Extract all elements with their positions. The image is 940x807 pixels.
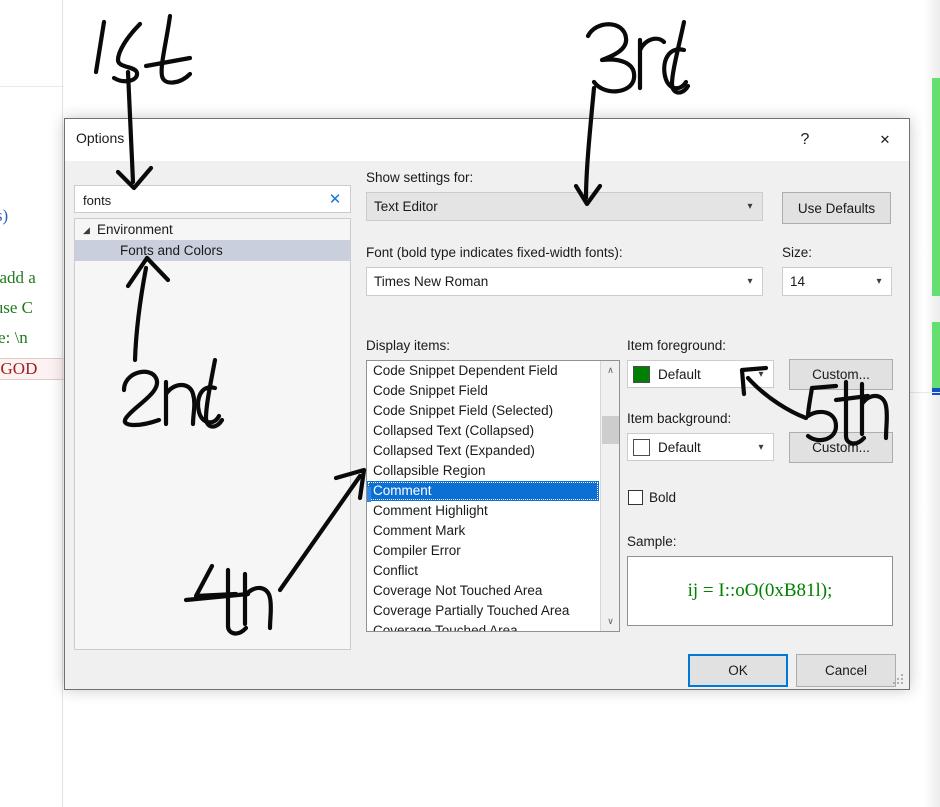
options-category-tree[interactable]: ◢ Environment Fonts and Colors <box>74 218 351 650</box>
change-marker-green <box>932 78 940 296</box>
scroll-down-icon[interactable]: ∨ <box>601 612 619 631</box>
show-settings-for-label: Show settings for: <box>366 170 474 185</box>
bold-label: Bold <box>649 490 677 505</box>
list-item[interactable]: Code Snippet Field <box>367 381 600 401</box>
use-defaults-label: Use Defaults <box>797 200 876 216</box>
bold-checkbox[interactable] <box>628 490 643 505</box>
change-marker-green <box>932 322 940 394</box>
background-custom-label: Custom... <box>812 440 870 455</box>
cancel-button[interactable]: Cancel <box>796 654 896 687</box>
font-label: Font (bold type indicates fixed-width fo… <box>366 245 623 260</box>
list-item[interactable]: Collapsible Region <box>367 461 600 481</box>
list-item[interactable]: Collapsed Text (Collapsed) <box>367 421 600 441</box>
tree-node-label: Environment <box>97 222 173 237</box>
editor-line: o use C <box>0 298 33 317</box>
item-foreground-label: Item foreground: <box>627 338 727 353</box>
editor-line-selected: K GOD <box>0 358 68 380</box>
listbox-scrollbar[interactable]: ∧ ∨ <box>600 361 619 631</box>
tree-node-fonts-and-colors[interactable]: Fonts and Colors <box>75 240 350 261</box>
foreground-custom-button[interactable]: Custom... <box>789 359 893 390</box>
dialog-title: Options <box>76 130 125 146</box>
show-settings-for-value: Text Editor <box>374 199 438 214</box>
ok-button[interactable]: OK <box>688 654 788 687</box>
list-item[interactable]: Collapsed Text (Expanded) <box>367 441 600 461</box>
editor-scroll-margin[interactable] <box>924 0 940 807</box>
size-value: 14 <box>790 274 806 289</box>
item-background-label: Item background: <box>627 411 732 426</box>
list-item[interactable]: Comment Mark <box>367 521 600 541</box>
editor-line: nce: \n <box>0 328 28 347</box>
item-foreground-dropdown[interactable]: Default ▾ <box>627 360 774 388</box>
search-options-box[interactable]: ✕ <box>74 185 351 214</box>
dialog-body: ✕ ◢Environment Fonts and Colors Show set… <box>65 161 909 689</box>
size-dropdown[interactable]: 14 ▾ <box>782 267 892 296</box>
chevron-down-icon[interactable]: ▾ <box>738 276 762 287</box>
sample-text: ij = I::oO(0xB81l); <box>687 580 833 601</box>
display-items-label: Display items: <box>366 338 451 353</box>
help-button[interactable]: ? <box>782 119 828 160</box>
cancel-label: Cancel <box>824 663 868 678</box>
options-dialog: Options ? ✕ ✕ ◢Environment Fonts and Col… <box>64 118 910 690</box>
foreground-custom-label: Custom... <box>812 367 870 382</box>
resize-grip[interactable] <box>893 674 905 686</box>
scrollbar-thumb[interactable] <box>602 416 619 444</box>
item-foreground-value: Default <box>658 366 701 382</box>
font-dropdown[interactable]: Times New Roman ▾ <box>366 267 763 296</box>
use-defaults-button[interactable]: Use Defaults <box>782 192 891 224</box>
dialog-titlebar: Options ? ✕ <box>65 119 909 161</box>
clear-search-icon[interactable]: ✕ <box>325 189 345 209</box>
tree-node-environment[interactable]: ◢ Environment <box>75 219 350 240</box>
list-item[interactable]: Coverage Partially Touched Area <box>367 601 600 621</box>
list-item[interactable]: Compiler Error <box>367 541 600 561</box>
foreground-color-swatch <box>633 365 650 383</box>
list-item[interactable]: Code Snippet Field (Selected) <box>367 401 600 421</box>
list-item[interactable]: Conflict <box>367 561 600 581</box>
search-input[interactable] <box>81 186 315 214</box>
expander-icon[interactable]: ◢ <box>83 220 97 241</box>
font-value: Times New Roman <box>374 274 489 289</box>
list-item[interactable]: Coverage Touched Area <box>367 621 600 631</box>
chevron-down-icon[interactable]: ▾ <box>749 442 773 453</box>
chevron-down-icon[interactable]: ▾ <box>749 369 773 380</box>
scroll-up-icon[interactable]: ∧ <box>601 361 619 380</box>
sample-preview-box: ij = I::oO(0xB81l); <box>627 556 893 626</box>
tree-node-label: Fonts and Colors <box>120 243 223 258</box>
chevron-down-icon[interactable]: ▾ <box>867 276 891 287</box>
list-item[interactable]: Comment Highlight <box>367 501 600 521</box>
size-label: Size: <box>782 245 813 260</box>
background-custom-button[interactable]: Custom... <box>789 432 893 463</box>
list-item-selected[interactable]: Comment <box>367 481 599 501</box>
editor-dialog-divider <box>62 0 63 807</box>
editor-rule <box>0 86 64 87</box>
ok-label: OK <box>728 663 748 678</box>
background-color-swatch <box>633 438 650 456</box>
display-items-listbox[interactable]: Code Snippet Dependent Field Code Snippe… <box>366 360 620 632</box>
close-icon[interactable]: ✕ <box>862 119 908 160</box>
selection-position-marker <box>367 487 371 502</box>
chevron-down-icon[interactable]: ▾ <box>738 201 762 212</box>
sample-label: Sample: <box>627 534 677 549</box>
editor-line: ot add a <box>0 268 36 287</box>
list-item[interactable]: Coverage Not Touched Area <box>367 581 600 601</box>
show-settings-for-dropdown[interactable]: Text Editor ▾ <box>366 192 763 221</box>
item-background-value: Default <box>658 439 701 455</box>
editor-line: rgs) <box>0 206 9 225</box>
list-item[interactable]: Code Snippet Dependent Field <box>367 361 600 381</box>
item-background-dropdown[interactable]: Default ▾ <box>627 433 774 461</box>
